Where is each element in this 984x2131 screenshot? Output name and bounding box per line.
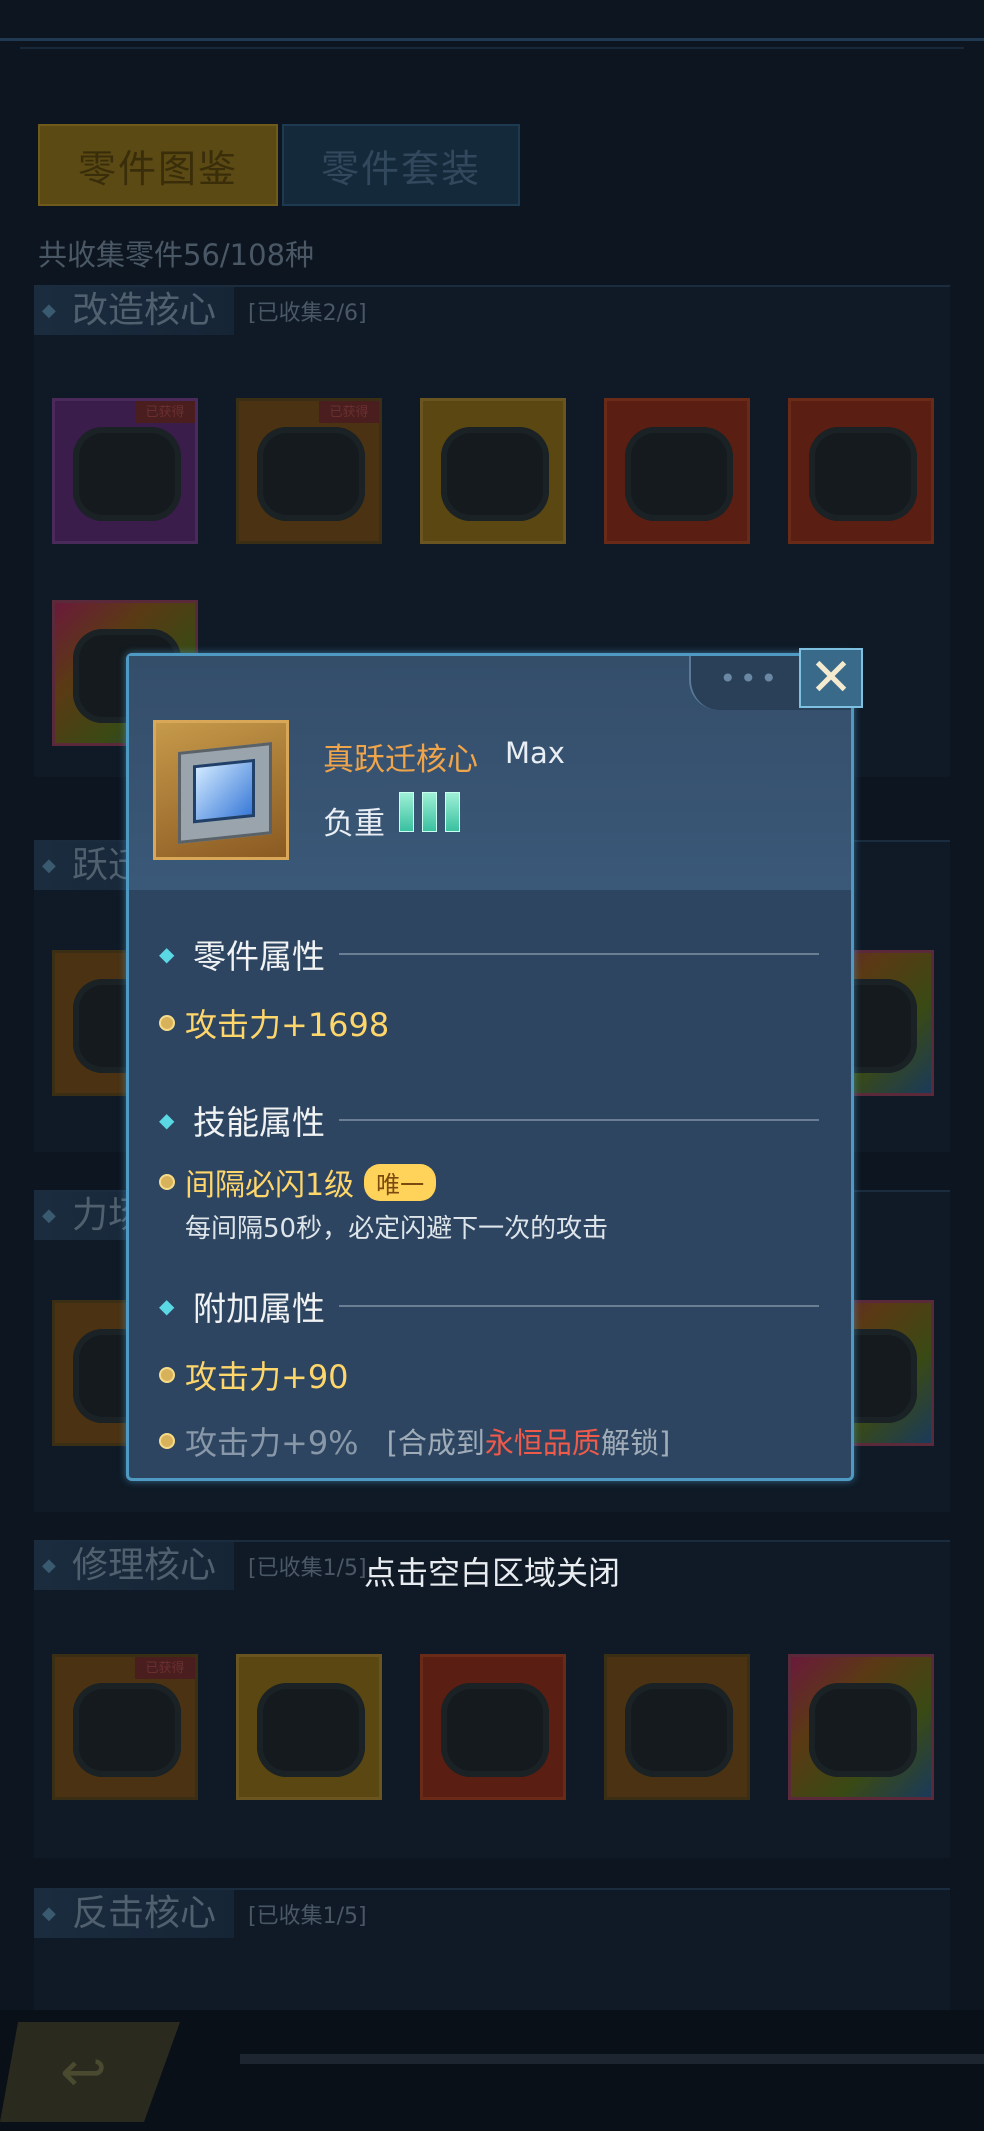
part-slot[interactable]: 已获得 (52, 1654, 198, 1800)
part-slot[interactable] (604, 1654, 750, 1800)
core-part-image (73, 427, 181, 521)
obtained-tag: 已获得 (135, 1657, 195, 1679)
item-name: 真跃迁核心 (323, 742, 478, 778)
dots-icon: ••• (719, 662, 781, 695)
diamond-icon: ◆ (159, 1108, 175, 1132)
top-frame (0, 38, 984, 57)
skill-name: 间隔必闪1级 (185, 1168, 355, 1203)
section-count: [已收集1/5] (248, 1904, 367, 1929)
core-chip-icon (178, 742, 272, 844)
section-counter-core: 反击核心 [已收集1/5] (34, 1888, 950, 2010)
section-count: [已收集2/6] (248, 301, 367, 326)
coin-icon (159, 1433, 175, 1449)
diamond-icon: ◆ (159, 1294, 175, 1318)
item-level: Max (505, 736, 565, 770)
tab-part-sets[interactable]: 零件套装 (282, 124, 520, 206)
unique-badge: 唯一 (364, 1163, 437, 1201)
part-slot[interactable]: 已获得 (52, 398, 198, 544)
load-bars (399, 792, 460, 832)
extra-attr-heading: ◆ 附加属性 (159, 1286, 819, 1328)
section-header: 改造核心 [已收集2/6] (34, 287, 367, 335)
core-part-image (809, 1683, 917, 1777)
part-attr-stat: 攻击力+1698 (159, 1000, 389, 1046)
section-title: 改造核心 (34, 287, 235, 335)
part-slot[interactable] (788, 398, 934, 544)
core-part-image (257, 1683, 365, 1777)
coin-icon (159, 1174, 175, 1190)
load-bar (399, 792, 414, 832)
collection-summary: 共收集零件56/108种 (38, 238, 315, 272)
heading-divider (339, 1119, 819, 1121)
bottom-bar-line (240, 2054, 984, 2064)
heading-text: 附加属性 (193, 1289, 325, 1328)
diamond-icon: ◆ (159, 942, 175, 966)
skill-row: 间隔必闪1级 唯一 (159, 1160, 437, 1204)
unlock-suffix: 解锁] (600, 1426, 671, 1460)
core-part-image (441, 1683, 549, 1777)
back-arrow-icon: ↩ (60, 2040, 107, 2105)
stat-value: 攻击力+90 (185, 1358, 349, 1396)
locked-attr-stat: 攻击力+9% [合成到永恒品质解锁] (159, 1418, 670, 1464)
load-label: 负重 (323, 806, 385, 842)
load-bar (445, 792, 460, 832)
obtained-tag: 已获得 (135, 401, 195, 423)
tab-part-catalog[interactable]: 零件图鉴 (38, 124, 278, 206)
heading-text: 技能属性 (193, 1103, 325, 1142)
heading-divider (339, 953, 819, 955)
part-attr-heading: ◆ 零件属性 (159, 934, 819, 976)
part-slot[interactable] (420, 398, 566, 544)
part-slot[interactable] (788, 1654, 934, 1800)
part-slot[interactable]: 已获得 (236, 398, 382, 544)
core-part-image (625, 1683, 733, 1777)
close-icon[interactable]: ✕ (799, 648, 863, 708)
stat-value: 攻击力+9% (185, 1424, 359, 1462)
coin-icon (159, 1367, 175, 1383)
core-part-image (625, 427, 733, 521)
heading-divider (339, 1305, 819, 1307)
skill-attr-heading: ◆ 技能属性 (159, 1100, 819, 1142)
core-part-image (441, 427, 549, 521)
core-part-image (73, 1683, 181, 1777)
section-header: 反击核心 [已收集1/5] (34, 1890, 367, 1938)
core-part-image (257, 427, 365, 521)
unlock-note: [合成到永恒品质解锁] (387, 1420, 671, 1462)
tap-blank-to-close-hint[interactable]: 点击空白区域关闭 (0, 1548, 984, 1594)
unlock-quality: 永恒品质 (484, 1426, 601, 1460)
unlock-prefix: [合成到 (386, 1426, 485, 1460)
part-slot[interactable] (236, 1654, 382, 1800)
section-title: 反击核心 (34, 1890, 235, 1938)
item-icon (153, 720, 289, 860)
part-detail-popup: ••• ✕ 真跃迁核心 Max 负重 ◆ 零件属性 攻击力+1698 ◆ 技能属… (126, 648, 863, 1481)
part-slot[interactable] (604, 398, 750, 544)
obtained-tag: 已获得 (319, 401, 379, 423)
part-slot[interactable] (420, 1654, 566, 1800)
stat-value: 攻击力+1698 (185, 1006, 390, 1044)
heading-text: 零件属性 (193, 937, 325, 976)
coin-icon (159, 1015, 175, 1031)
load-bar (422, 792, 437, 832)
extra-attr-stat: 攻击力+90 (159, 1352, 349, 1398)
core-part-image (809, 427, 917, 521)
skill-description: 每间隔50秒，必定闪避下一次的攻击 (185, 1214, 609, 1244)
